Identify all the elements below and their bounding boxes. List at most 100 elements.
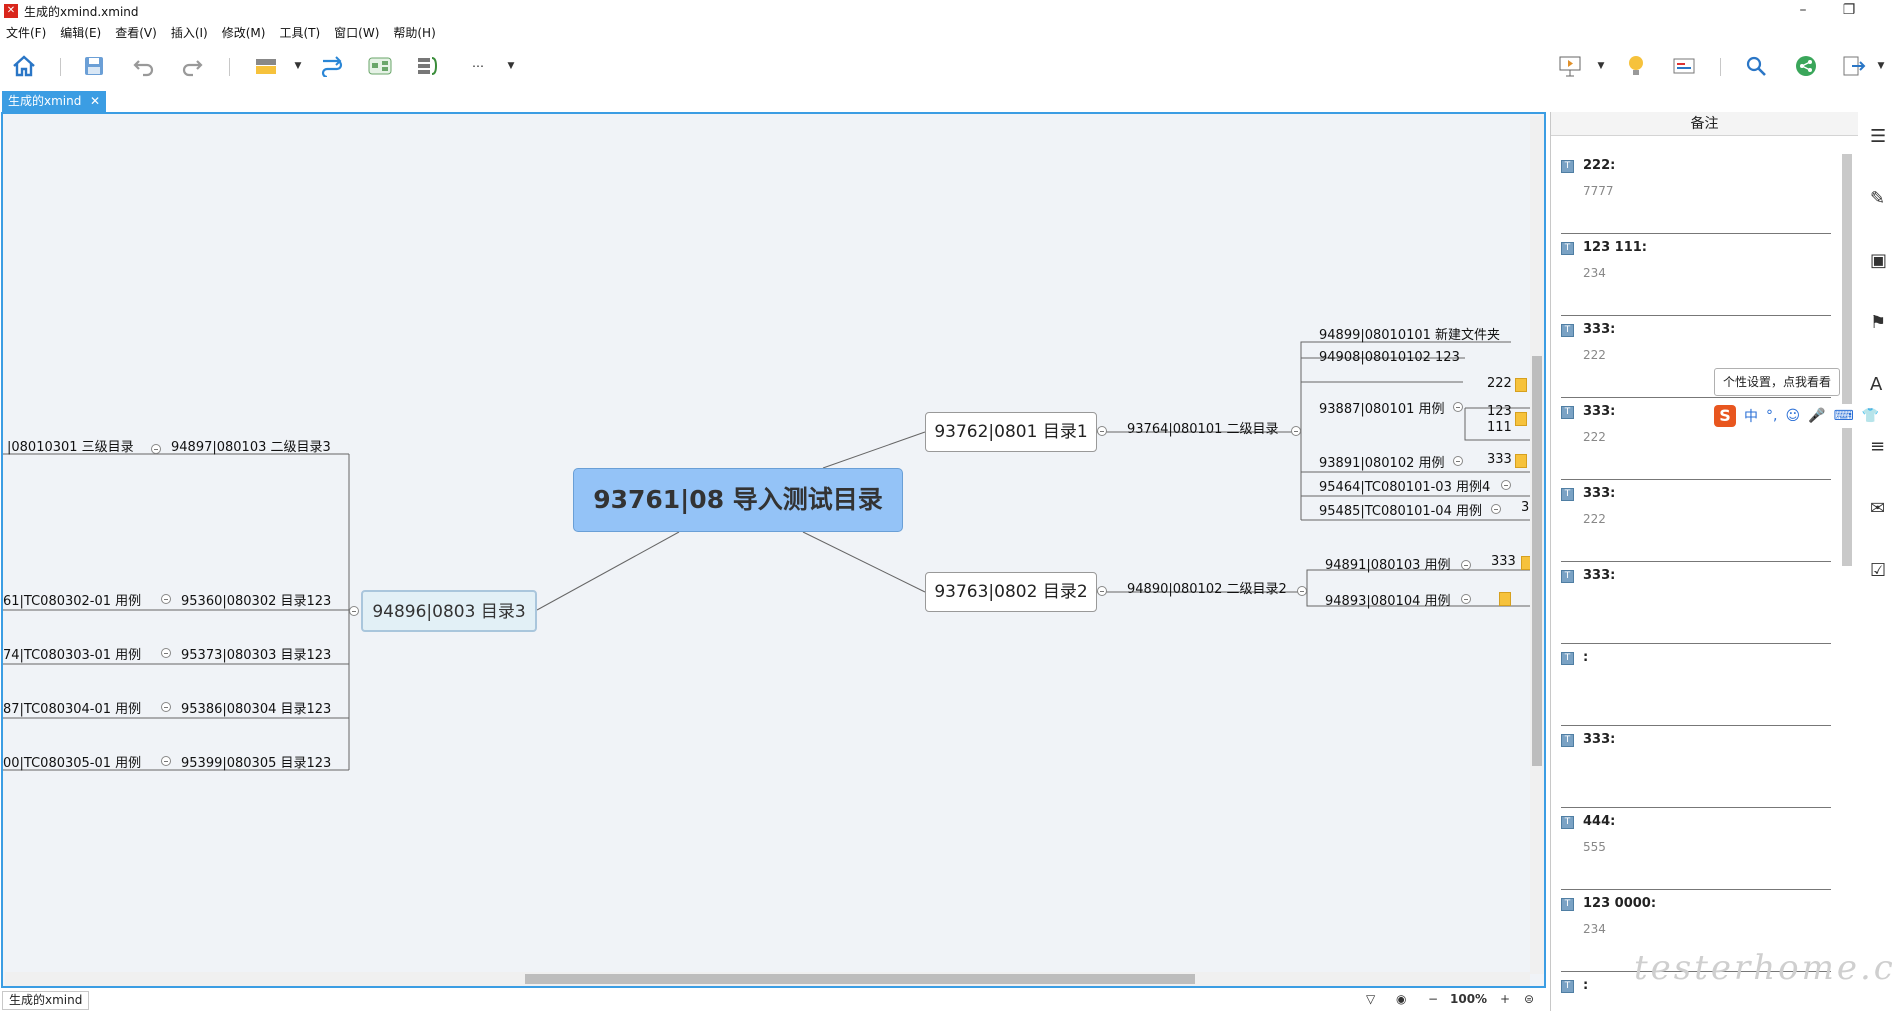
- tab-close-icon[interactable]: ✕: [90, 91, 100, 112]
- canvas-horizontal-scrollbar[interactable]: [5, 972, 1530, 986]
- collapse-toggle[interactable]: [1291, 426, 1301, 436]
- topic-label[interactable]: 95373|080303 目录123: [181, 644, 331, 663]
- collapse-toggle[interactable]: [1461, 560, 1471, 570]
- topic-label[interactable]: 94897|080103 二级目录3: [171, 436, 331, 455]
- collapse-toggle[interactable]: [161, 648, 171, 658]
- task-icon[interactable]: ☑: [1870, 560, 1892, 582]
- comments-icon[interactable]: ✉: [1870, 498, 1892, 520]
- topic-label[interactable]: 93891|080102 用例: [1319, 452, 1445, 471]
- note-entry[interactable]: T 123 111: 234: [1561, 234, 1831, 316]
- collapse-toggle[interactable]: [1097, 426, 1107, 436]
- marker-flag-icon[interactable]: ⚑: [1870, 312, 1892, 334]
- menu-help[interactable]: 帮助(H): [393, 24, 435, 41]
- more-dropdown-icon[interactable]: ▼: [506, 60, 516, 72]
- topic-button[interactable]: [252, 52, 280, 80]
- summary-button[interactable]: [414, 52, 442, 80]
- presentation-dropdown-icon[interactable]: ▼: [1596, 60, 1606, 72]
- notes-scrollbar[interactable]: [1839, 140, 1855, 1006]
- collapse-toggle[interactable]: [1097, 586, 1107, 596]
- topic-dropdown-icon[interactable]: ▼: [293, 60, 303, 72]
- note-entry[interactable]: T 222: 7777: [1561, 152, 1831, 234]
- relationship-button[interactable]: [318, 52, 346, 80]
- ime-logo-icon[interactable]: S: [1714, 405, 1736, 427]
- export-button[interactable]: [1840, 52, 1868, 80]
- topic-node-dir3[interactable]: 94896|0803 目录3: [361, 590, 537, 632]
- topic-label[interactable]: 94893|080104 用例: [1325, 590, 1451, 609]
- tab-xmind-file[interactable]: 生成的xmind ✕: [2, 91, 106, 112]
- topic-label[interactable]: 61|TC080302-01 用例: [3, 590, 141, 609]
- topic-label[interactable]: 94908|08010102 123: [1319, 350, 1460, 365]
- collapse-toggle[interactable]: [1461, 594, 1471, 604]
- note-icon[interactable]: [1515, 378, 1527, 392]
- microphone-icon[interactable]: 🎤: [1808, 408, 1825, 424]
- topic-label[interactable]: 93764|080101 二级目录: [1127, 418, 1279, 437]
- collapse-toggle[interactable]: [161, 756, 171, 766]
- topic-label[interactable]: |08010301 三级目录: [7, 436, 134, 455]
- scrollbar-thumb[interactable]: [1532, 356, 1542, 766]
- search-button[interactable]: [1742, 52, 1770, 80]
- emoji-icon[interactable]: ☺: [1785, 408, 1800, 424]
- presentation-button[interactable]: [1556, 52, 1584, 80]
- topic-label[interactable]: 93887|080101 用例: [1319, 398, 1445, 417]
- format-brush-icon[interactable]: ✎: [1870, 188, 1892, 210]
- collapse-toggle[interactable]: [349, 606, 359, 616]
- restore-button[interactable]: ❐: [1826, 0, 1872, 22]
- brainstorm-button[interactable]: [1622, 52, 1650, 80]
- canvas-vertical-scrollbar[interactable]: [1530, 116, 1544, 974]
- outline-view-icon[interactable]: ☰: [1870, 126, 1892, 148]
- collapse-toggle[interactable]: [1453, 456, 1463, 466]
- menu-view[interactable]: 查看(V): [115, 24, 157, 41]
- topic-label[interactable]: 94891|080103 用例: [1325, 554, 1451, 573]
- collapse-toggle[interactable]: [1491, 504, 1501, 514]
- topic-label[interactable]: 95399|080305 目录123: [181, 752, 331, 771]
- menu-file[interactable]: 文件(F): [6, 24, 46, 41]
- collapse-toggle[interactable]: [161, 594, 171, 604]
- scrollbar-thumb[interactable]: [525, 974, 1195, 984]
- eye-icon[interactable]: ◉: [1396, 992, 1406, 1006]
- topic-label[interactable]: 87|TC080304-01 用例: [3, 698, 141, 717]
- boundary-button[interactable]: [366, 52, 394, 80]
- outline-button[interactable]: [1670, 52, 1698, 80]
- menu-insert[interactable]: 插入(I): [171, 24, 208, 41]
- keyboard-icon[interactable]: ⌨: [1834, 408, 1854, 424]
- mindmap-canvas[interactable]: 93761|08 导入测试目录 93762|0801 目录1 93763|080…: [1, 112, 1546, 988]
- minimize-button[interactable]: –: [1780, 0, 1826, 22]
- more-button[interactable]: ⋯: [464, 52, 492, 80]
- menu-modify[interactable]: 修改(M): [222, 24, 266, 41]
- collapse-toggle[interactable]: [1453, 402, 1463, 412]
- collapse-toggle[interactable]: [161, 702, 171, 712]
- topic-label[interactable]: 3: [1521, 500, 1529, 515]
- topic-label[interactable]: 333: [1487, 452, 1512, 467]
- home-button[interactable]: [10, 52, 38, 80]
- topic-label[interactable]: 74|TC080303-01 用例: [3, 644, 141, 663]
- note-icon[interactable]: [1515, 454, 1527, 468]
- menu-window[interactable]: 窗口(W): [334, 24, 379, 41]
- collapse-toggle[interactable]: [1297, 586, 1307, 596]
- note-entry[interactable]: T 444: 555: [1561, 808, 1831, 890]
- topic-node-dir2[interactable]: 93763|0802 目录2: [925, 572, 1097, 612]
- topic-label[interactable]: 95360|080302 目录123: [181, 590, 331, 609]
- topic-label[interactable]: 95485|TC080101-04 用例: [1319, 500, 1482, 519]
- ime-punctuation-toggle[interactable]: °,: [1766, 408, 1777, 424]
- image-icon[interactable]: ▣: [1870, 250, 1892, 272]
- save-button[interactable]: [80, 52, 108, 80]
- topic-label[interactable]: 94899|08010101 新建文件夹: [1319, 324, 1500, 343]
- undo-button[interactable]: [130, 52, 158, 80]
- redo-button[interactable]: [178, 52, 206, 80]
- zoom-out-button[interactable]: −: [1428, 992, 1438, 1006]
- topic-label[interactable]: 95386|080304 目录123: [181, 698, 331, 717]
- style-icon[interactable]: A: [1870, 374, 1892, 396]
- collapse-toggle[interactable]: [151, 444, 161, 454]
- note-entry[interactable]: T 333:: [1561, 562, 1831, 644]
- topic-label[interactable]: 333: [1491, 554, 1516, 569]
- note-entry[interactable]: T :: [1561, 644, 1831, 726]
- topic-label[interactable]: 111: [1487, 420, 1512, 435]
- menu-tools[interactable]: 工具(T): [279, 24, 320, 41]
- scrollbar-thumb[interactable]: [1842, 154, 1852, 566]
- central-topic[interactable]: 93761|08 导入测试目录: [573, 468, 903, 532]
- topic-label[interactable]: 123: [1487, 404, 1512, 419]
- notes-view-icon[interactable]: ≡: [1870, 436, 1892, 458]
- ime-toolbar[interactable]: S 中 °, ☺ 🎤 ⌨ 👕: [1714, 404, 1892, 428]
- note-icon[interactable]: [1515, 412, 1527, 426]
- topic-node-dir1[interactable]: 93762|0801 目录1: [925, 412, 1097, 452]
